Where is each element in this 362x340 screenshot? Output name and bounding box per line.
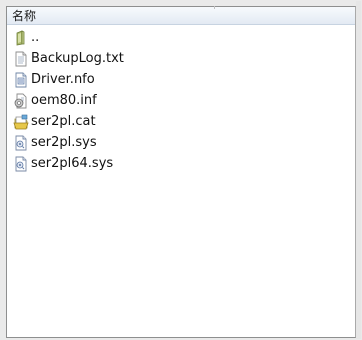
folder-up-icon — [13, 29, 29, 46]
list-item-ser2pl-sys[interactable]: ser2pl.sys — [7, 132, 355, 153]
system-file-icon — [13, 135, 29, 151]
file-name: ser2pl.sys — [31, 134, 97, 150]
column-divider[interactable] — [214, 6, 215, 9]
file-name: oem80.inf — [31, 92, 97, 108]
list-item-ser2pl64-sys[interactable]: ser2pl64.sys — [7, 153, 355, 174]
list-item-ser2pl-cat[interactable]: ser2pl.cat — [7, 111, 355, 132]
list-item-driver-nfo[interactable]: Driver.nfo — [7, 69, 355, 90]
text-file-icon — [13, 51, 29, 67]
file-list: .. BackupLog.txt Driver.nfo oem80.inf se… — [7, 27, 355, 174]
system-file-icon — [13, 156, 29, 172]
file-name: BackupLog.txt — [31, 50, 124, 66]
file-list-pane[interactable]: 名称 .. BackupLog.txt Driver.nfo oem80.inf… — [6, 1, 361, 339]
file-name: ser2pl.cat — [31, 113, 96, 129]
list-item-oem80-inf[interactable]: oem80.inf — [7, 90, 355, 111]
name-column-header[interactable]: 名称 — [7, 6, 355, 25]
list-item-parent-folder[interactable]: .. — [7, 27, 355, 48]
file-name: ser2pl64.sys — [31, 155, 114, 171]
file-browser-window: 名称 .. BackupLog.txt Driver.nfo oem80.inf… — [0, 0, 362, 340]
name-column-label: 名称 — [12, 9, 37, 23]
info-file-icon — [13, 72, 29, 88]
setup-info-file-icon — [13, 93, 29, 109]
file-name: Driver.nfo — [31, 71, 95, 87]
list-item-backuplog[interactable]: BackupLog.txt — [7, 48, 355, 69]
file-name: .. — [31, 29, 40, 45]
security-catalog-icon — [13, 114, 29, 130]
